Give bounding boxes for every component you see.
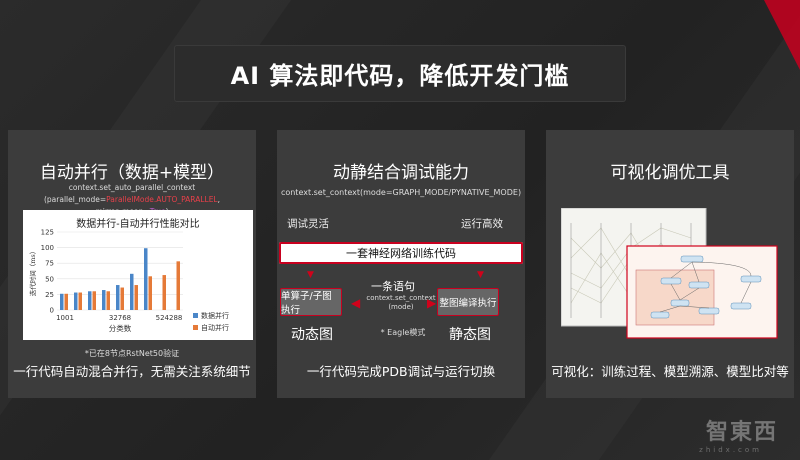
slide-title: AI 算法即代码，降低开发门槛: [230, 62, 570, 90]
bar-series-data-parallel: [102, 290, 106, 310]
y-tick-label: 100: [41, 244, 54, 252]
y-tick-label: 50: [45, 275, 54, 283]
bar-series-auto-parallel: [78, 292, 82, 310]
graph-compile-box: 整图编译执行: [437, 288, 499, 316]
panel-footer: 一行代码完成PDB调试与运行切换: [306, 364, 496, 379]
bar-series-auto-parallel: [120, 287, 124, 310]
code-token: ParallelMode.AUTO_PARALLEL: [106, 195, 218, 204]
arrow-right-icon: ▶: [427, 296, 437, 310]
bar-chart: 数据并行-自动并行性能对比 125 100 75 50 25 0 迭代时间（ms） 1001 3…: [23, 210, 253, 340]
bar-series-auto-parallel: [134, 285, 138, 310]
eagle-mode-note: * Eagle模式: [380, 328, 426, 337]
panel-title: 自动并行（数据+模型）: [39, 163, 225, 183]
legend-swatch: [193, 325, 198, 330]
op-subgraph-box: 单算子/子图执行: [280, 288, 342, 316]
bar-series-auto-parallel: [148, 276, 152, 310]
slide-title-box: AI 算法即代码，降低开发门槛: [175, 46, 625, 101]
legend-swatch: [193, 313, 198, 318]
code-token: (parallel_mode=: [43, 195, 107, 204]
arrow-left-icon: ◀: [351, 296, 361, 310]
visualization-screenshot: [561, 208, 778, 339]
static-graph-caption: 静态图: [449, 327, 491, 343]
x-tick-label: 32768: [109, 314, 131, 322]
dynamic-graph-caption: 动态图: [291, 327, 333, 343]
bar-series-data-parallel: [130, 273, 134, 310]
x-tick-label: 1001: [56, 314, 74, 322]
label-run-efficient: 运行高效: [461, 218, 503, 230]
y-tick-label: 75: [45, 260, 54, 268]
code-line: context.set_auto_parallel_context: [68, 183, 196, 192]
panel-title: 可视化调优工具: [610, 163, 730, 183]
bar-series-data-parallel: [60, 293, 64, 310]
x-tick-label: 524288: [156, 314, 183, 322]
watermark-logo: 智東西: [705, 420, 778, 445]
code-snippet: context.set_context(mode=GRAPH_MODE/PYNA…: [280, 188, 522, 197]
bar-series-data-parallel: [116, 285, 120, 310]
panel-dynamic-static: 动静结合调试能力 context.set_context(mode=GRAPH_…: [277, 130, 525, 398]
panel-visual-tuning: 可视化调优工具 可视化：训练过程、模型溯源、模型比对等: [546, 130, 794, 398]
legend-label: 数据并行: [201, 311, 229, 320]
bar-series-data-parallel: [74, 292, 78, 310]
y-tick-label: 25: [45, 291, 54, 299]
center-title: 一条语句: [371, 280, 415, 293]
y-tick-label: 0: [50, 307, 54, 315]
y-axis-label: 迭代时间（ms）: [28, 248, 37, 297]
x-axis-label: 分类数: [109, 323, 132, 333]
validation-note: *已在8节点RstNet50验证: [84, 349, 180, 358]
bar-series-data-parallel: [88, 291, 92, 310]
bar-series-data-parallel: [144, 248, 148, 310]
arrow-down-icon: ▼: [477, 270, 484, 280]
bar-series-auto-parallel: [162, 275, 166, 310]
bar-series-auto-parallel: [106, 291, 110, 310]
panel-footer: 可视化：训练过程、模型溯源、模型比对等: [551, 364, 789, 379]
chart-title: 数据并行-自动并行性能对比: [76, 219, 200, 230]
bar-series-auto-parallel: [92, 291, 96, 310]
panel-auto-parallel: 自动并行（数据+模型） context.set_auto_parallel_co…: [8, 130, 256, 398]
bar-series-auto-parallel: [64, 293, 68, 310]
watermark-url: zhidx.com: [699, 446, 762, 454]
panel-footer: 一行代码自动混合并行，无需关注系统细节: [13, 364, 251, 379]
panel-title: 动静结合调试能力: [333, 163, 469, 183]
legend-label: 自动并行: [201, 323, 229, 332]
network-code-banner: 一套神经网络训练代码: [279, 242, 523, 264]
bar-series-auto-parallel: [176, 261, 180, 310]
arrow-down-icon: ▼: [307, 270, 314, 280]
label-debug-flexible: 调试灵活: [287, 218, 329, 230]
